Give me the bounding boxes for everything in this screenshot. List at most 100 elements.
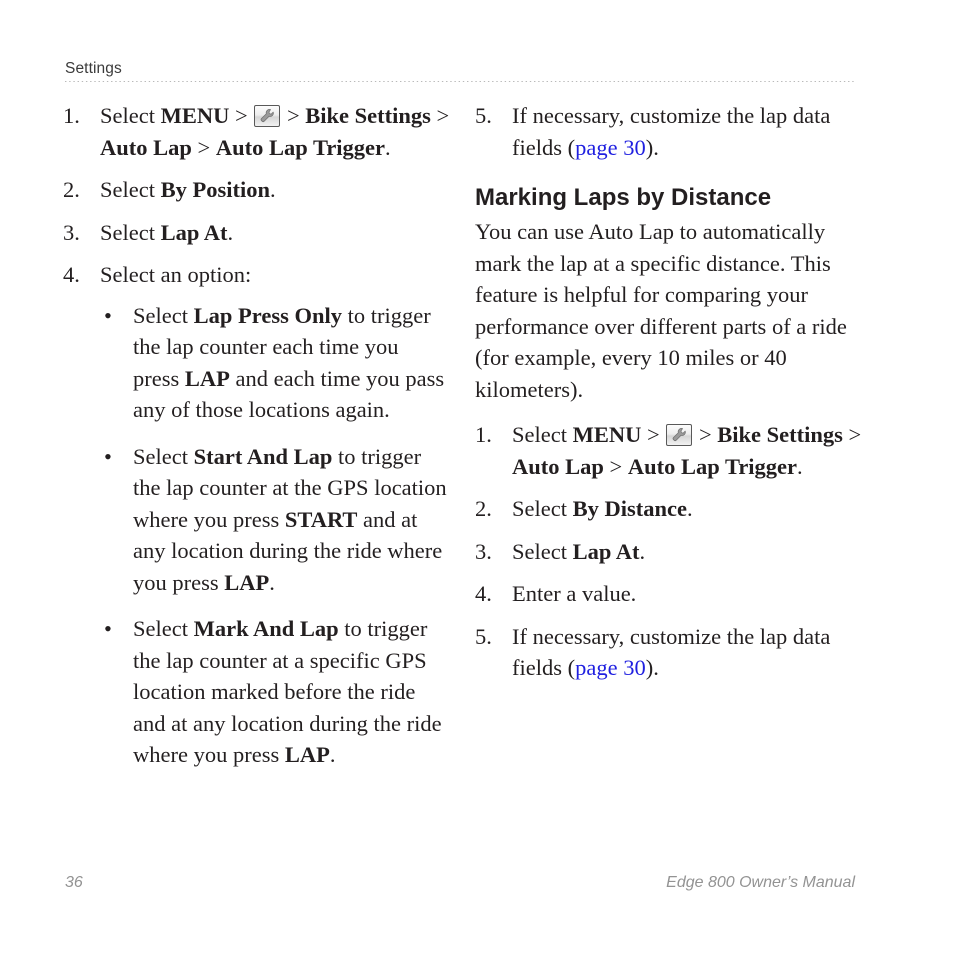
body-text: . (227, 219, 234, 245)
step-number: 1. (63, 103, 80, 128)
bullet-item: • Select Mark And Lap to trigger the lap … (100, 613, 450, 771)
bullet-text: Select Start And Lap to trigger the lap … (133, 444, 447, 595)
body-text: > (281, 103, 306, 128)
step-text: Select Lap At. (100, 220, 233, 245)
numbered-step: 5. If necessary, customize the lap data f… (475, 100, 862, 163)
body-text: If necessary, customize the lap data fie… (512, 623, 831, 681)
footer-page-number: 36 (65, 874, 83, 891)
right-column: 5. If necessary, customize the lap data f… (475, 100, 862, 684)
body-text: ). (645, 655, 659, 680)
emphasis-text: MENU (160, 103, 230, 128)
emphasis-text: LAP (224, 569, 270, 595)
option-bullet-list: • Select Lap Press Only to trigger the la… (100, 300, 450, 771)
step-text: If necessary, customize the lap data fie… (512, 103, 830, 160)
emphasis-text: Start And Lap (193, 443, 333, 469)
bullet-text: Select Lap Press Only to trigger the lap… (133, 303, 444, 423)
body-text: Select (512, 496, 573, 521)
footer-manual-title: Edge 800 Owner’s Manual (666, 874, 855, 891)
body-text: Enter a value. (512, 581, 637, 606)
page-reference-link[interactable]: page 30 (575, 135, 646, 160)
step-text: Select By Position. (100, 177, 276, 202)
emphasis-text: Lap At (572, 538, 640, 564)
emphasis-text: Auto Lap Trigger (627, 453, 798, 479)
manual-page: Settings 1. Select MENU > > Bike Settings… (0, 0, 954, 954)
emphasis-text: Lap At (160, 219, 228, 245)
body-text: . (385, 134, 391, 160)
body-text: Select (512, 422, 573, 447)
emphasis-text: MENU (572, 422, 642, 447)
body-text: . (270, 177, 276, 202)
bullet-text: Select Mark And Lap to trigger the lap c… (133, 616, 442, 767)
body-text: > (693, 422, 718, 447)
step-text: Select MENU > > Bike Settings > Auto Lap… (100, 103, 449, 160)
body-text: Select (100, 103, 161, 128)
bullet-marker-icon: • (104, 443, 112, 469)
body-text: ). (645, 134, 659, 160)
body-text: If necessary, customize the lap data fie… (512, 103, 831, 160)
numbered-step: 3. Select Lap At. (475, 536, 862, 568)
emphasis-text: Mark And Lap (193, 616, 339, 641)
wrench-icon[interactable] (666, 424, 693, 446)
emphasis-text: By Position (160, 177, 271, 202)
numbered-step: 5. If necessary, customize the lap data f… (475, 621, 862, 684)
step-number: 1. (475, 422, 492, 447)
emphasis-text: Auto Lap (512, 453, 604, 479)
body-text: . (686, 496, 693, 521)
step-text: Select By Distance. (512, 496, 693, 521)
emphasis-text: LAP (284, 742, 330, 767)
right-steps-list: 1. Select MENU > > Bike Settings > Auto L… (475, 419, 862, 684)
section-heading: Marking Laps by Distance (475, 184, 772, 211)
body-text: > (842, 422, 862, 447)
step-text: Select an option: (100, 262, 251, 287)
body-text: Select (100, 177, 161, 202)
left-steps-list: 1. Select MENU > > Bike Settings > Auto L… (63, 100, 450, 771)
header-title: Settings (65, 60, 122, 77)
numbered-step: 3. Select Lap At. (63, 217, 450, 249)
numbered-step: 1. Select MENU > > Bike Settings > Auto L… (475, 419, 862, 482)
page-reference-link[interactable]: page 30 (575, 655, 646, 680)
step-number: 3. (63, 219, 80, 245)
running-header: Settings (65, 60, 855, 82)
body-text: > (430, 103, 450, 128)
left-column: 1. Select MENU > > Bike Settings > Auto L… (63, 100, 450, 771)
step-number: 5. (475, 623, 492, 649)
emphasis-text: Lap Press Only (193, 302, 342, 328)
body-text: Select (512, 538, 573, 564)
numbered-step: 2. Select By Distance. (475, 493, 862, 525)
bullet-marker-icon: • (104, 302, 112, 328)
step-text: If necessary, customize the lap data fie… (512, 624, 830, 681)
body-text: . (639, 538, 646, 564)
wrench-icon[interactable] (254, 105, 281, 127)
emphasis-text: Auto Lap (100, 134, 192, 160)
step-number: 2. (63, 177, 80, 202)
emphasis-text: Auto Lap Trigger (215, 134, 386, 160)
numbered-step: 4. Enter a value. (475, 578, 862, 610)
emphasis-text: Bike Settings (305, 103, 431, 128)
body-text: > (191, 134, 216, 160)
body-text: Select (133, 616, 194, 641)
bullet-item: • Select Start And Lap to trigger the lap… (100, 441, 450, 599)
body-text: . (269, 569, 275, 595)
body-text: > (603, 453, 628, 479)
step-text: Select MENU > > Bike Settings > Auto Lap… (512, 422, 861, 479)
body-text: Select an option: (100, 262, 252, 287)
emphasis-text: LAP (184, 365, 230, 391)
emphasis-text: Bike Settings (717, 422, 843, 447)
emphasis-text: START (284, 506, 358, 532)
section-paragraph: You can use Auto Lap to automatically ma… (475, 219, 847, 402)
body-text: > (229, 103, 254, 128)
step-number: 3. (475, 538, 492, 564)
step-number: 5. (475, 103, 492, 128)
body-text: . (797, 453, 803, 479)
continued-step-list: 5. If necessary, customize the lap data f… (475, 100, 862, 163)
step-number: 2. (475, 496, 492, 521)
numbered-step: 4. Select an option: • Select Lap Press Onl… (63, 259, 450, 771)
body-text: . (329, 742, 336, 767)
numbered-step: 1. Select MENU > > Bike Settings > Auto L… (63, 100, 450, 163)
header-divider (65, 81, 855, 82)
body-text: Select (133, 443, 194, 469)
step-text: Select Lap At. (512, 539, 645, 564)
step-text: Enter a value. (512, 581, 636, 606)
body-text: Select (100, 219, 161, 245)
page-footer: 36 Edge 800 Owner’s Manual (65, 874, 855, 892)
